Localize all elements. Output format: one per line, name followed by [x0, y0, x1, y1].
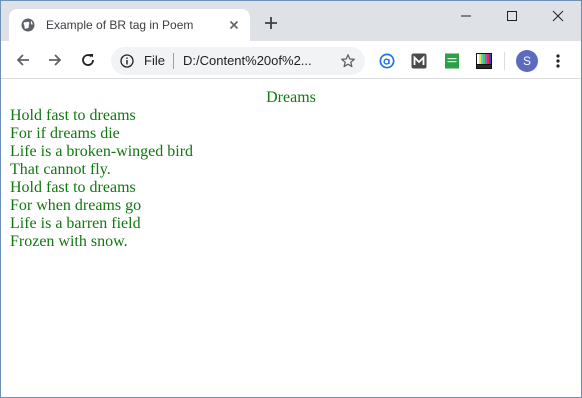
green-doc-icon[interactable] [444, 53, 460, 69]
a-circle-icon[interactable] [379, 53, 395, 69]
tab-strip: Example of BR tag in Poem [1, 1, 581, 41]
address-separator [173, 53, 174, 69]
page-viewport: Dreams Hold fast to dreams For if dreams… [1, 80, 581, 397]
poem-title: Dreams [266, 89, 316, 106]
maximize-icon[interactable] [489, 1, 535, 31]
minimize-icon[interactable] [443, 1, 489, 31]
poem-line: For if dreams die [10, 125, 120, 142]
poem-line: That cannot fly. [10, 161, 111, 178]
info-icon[interactable] [120, 54, 134, 68]
color-bars-icon[interactable] [476, 53, 492, 69]
poem-body: Hold fast to dreams For if dreams die Li… [10, 107, 193, 251]
poem-line: Life is a broken-winged bird [10, 143, 194, 160]
new-tab-icon[interactable] [263, 15, 279, 31]
m-logo-icon[interactable] [411, 53, 427, 69]
active-tab[interactable]: Example of BR tag in Poem [9, 9, 250, 41]
address-bar[interactable]: File D:/Content%20of%2... [111, 47, 365, 75]
globe-icon [21, 18, 35, 32]
poem-line: Life is a barren field [10, 215, 141, 232]
back-arrow-icon[interactable] [15, 52, 31, 68]
profile-avatar[interactable]: S [516, 50, 538, 72]
browser-window: Example of BR tag in Poem File D:/Conten… [0, 0, 582, 398]
tab-title: Example of BR tag in Poem [46, 18, 194, 32]
bookmark-star-icon[interactable] [340, 53, 356, 69]
poem-line: Frozen with snow. [10, 233, 128, 250]
scheme-label: File [144, 53, 165, 68]
close-tab-icon[interactable] [227, 18, 241, 32]
poem-line: Hold fast to dreams [10, 107, 136, 124]
reload-icon[interactable] [80, 52, 96, 68]
window-close-icon[interactable] [535, 1, 581, 31]
forward-arrow-icon[interactable] [47, 52, 63, 68]
toolbar-separator [504, 52, 505, 70]
url-text[interactable]: D:/Content%20of%2... [183, 53, 333, 68]
browser-toolbar: File D:/Content%20of%2... S [1, 41, 581, 79]
poem-line: For when dreams go [10, 197, 142, 214]
poem-line: Hold fast to dreams [10, 179, 136, 196]
more-vertical-icon[interactable] [553, 53, 563, 69]
